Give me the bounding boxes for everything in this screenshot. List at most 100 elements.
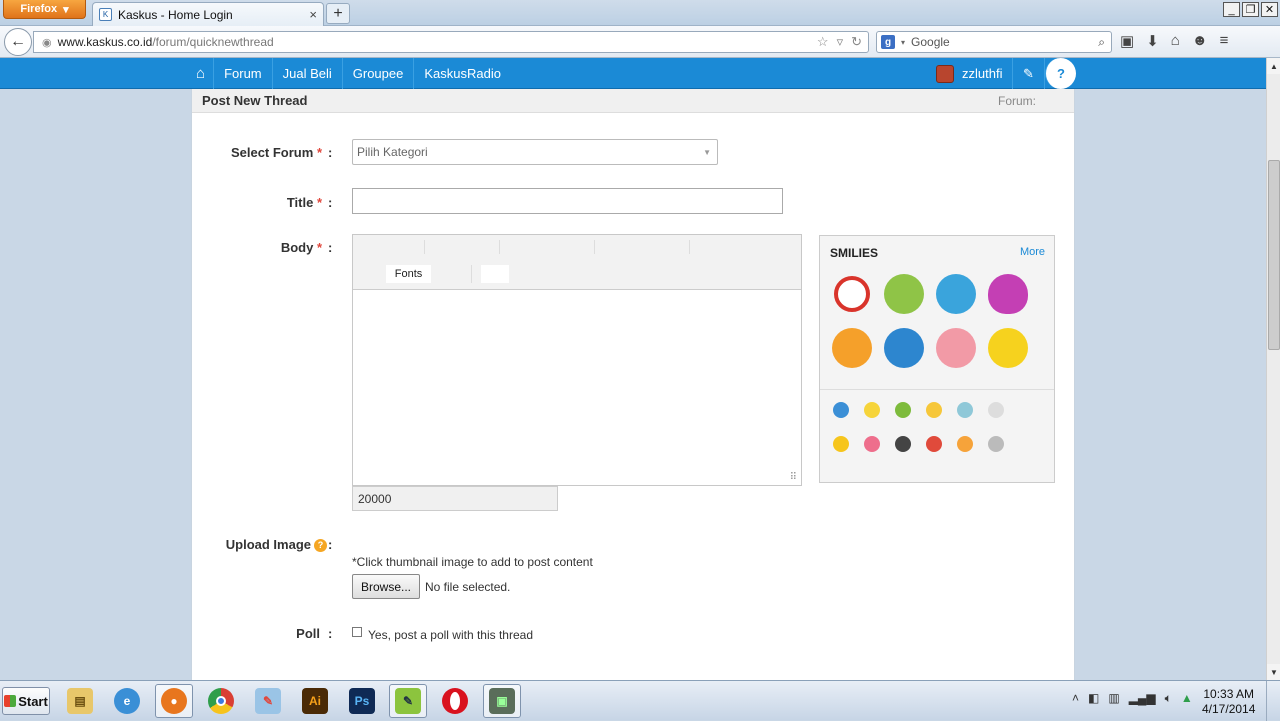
poll-label: Poll bbox=[296, 626, 320, 641]
smiley-small-icon[interactable] bbox=[957, 436, 973, 452]
chevron-down-icon[interactable]: ▾ bbox=[901, 38, 905, 47]
nav-forum[interactable]: Forum bbox=[213, 58, 272, 89]
usb-icon[interactable]: ▥ bbox=[1108, 691, 1119, 706]
nav-kaskusradio[interactable]: KaskusRadio bbox=[413, 58, 511, 89]
resize-grip-icon[interactable]: ⠿ bbox=[790, 472, 797, 483]
home-icon[interactable]: ⌂ bbox=[192, 58, 213, 89]
shield-icon[interactable]: ◧ bbox=[1088, 691, 1099, 706]
drive-icon[interactable]: ▲ bbox=[1181, 691, 1193, 706]
vertical-scrollbar[interactable]: ▲ ▼ bbox=[1266, 58, 1280, 680]
chevron-down-icon: ▾ bbox=[63, 3, 69, 16]
smiley-small-icon[interactable] bbox=[833, 402, 849, 418]
photoshop-icon[interactable]: Ps bbox=[343, 684, 381, 718]
smiley-purple-icon[interactable] bbox=[988, 274, 1028, 314]
browse-button[interactable]: Browse... bbox=[352, 574, 420, 599]
forum-indicator: Forum: bbox=[997, 93, 1036, 108]
char-counter: 20000 bbox=[352, 486, 558, 511]
poll-checkbox[interactable] bbox=[352, 627, 362, 637]
new-tab-button[interactable]: + bbox=[326, 3, 350, 24]
ie-icon[interactable]: e bbox=[108, 684, 146, 718]
nav-jual-beli[interactable]: Jual Beli bbox=[271, 58, 342, 89]
chevron-up-icon[interactable]: ˄ bbox=[1072, 691, 1079, 706]
smiley-small-icon[interactable] bbox=[864, 436, 880, 452]
scroll-up-icon[interactable]: ▲ bbox=[1267, 58, 1280, 74]
explorer-icon[interactable]: ▤ bbox=[61, 684, 99, 718]
smiley-small-icon[interactable] bbox=[988, 402, 1004, 418]
clock[interactable]: 10:33 AM 4/17/2014 bbox=[1202, 687, 1255, 717]
tab-title: Kaskus - Home Login bbox=[118, 7, 233, 22]
smiley-small-icon[interactable] bbox=[988, 436, 1004, 452]
smiley-small-icon[interactable] bbox=[926, 436, 942, 452]
network-icon[interactable]: ▂▄▆ bbox=[1129, 691, 1156, 706]
chrome-icon[interactable] bbox=[202, 684, 240, 718]
smiley-small-icon[interactable] bbox=[957, 402, 973, 418]
show-desktop-button[interactable] bbox=[1266, 681, 1280, 721]
dropdown-icon[interactable]: ▿ bbox=[837, 34, 844, 50]
url-path: /forum/quicknewthread bbox=[152, 35, 274, 49]
font-size-dropdown[interactable] bbox=[481, 265, 509, 283]
chevron-down-icon: ▼ bbox=[703, 147, 711, 157]
nav-groupee[interactable]: Groupee bbox=[341, 58, 414, 89]
minimize-button[interactable]: _ bbox=[1223, 2, 1240, 17]
notepad-icon[interactable]: ✎ bbox=[389, 684, 427, 718]
monitor-icon[interactable]: ▣ bbox=[483, 684, 521, 718]
smiley-no-sara-icon[interactable] bbox=[834, 276, 870, 312]
illustrator-icon[interactable]: Ai bbox=[296, 684, 334, 718]
smiley-green-icon[interactable] bbox=[884, 274, 924, 314]
search-input[interactable]: Google bbox=[911, 35, 950, 49]
windows-taskbar: Start ▤ e ● ✎ Ai Ps ✎ ▣ ˄ ◧ ▥ ▂▄▆ 🔈︎ ▲ 1… bbox=[0, 680, 1280, 721]
addon-icon[interactable]: ☻ bbox=[1192, 32, 1208, 50]
google-icon[interactable]: g bbox=[881, 35, 895, 49]
no-file-text: No file selected. bbox=[425, 580, 511, 594]
kaskus-favicon-icon: K bbox=[99, 8, 112, 21]
help-button[interactable]: ? bbox=[1044, 58, 1076, 89]
smiley-pink-icon[interactable] bbox=[936, 328, 976, 368]
select-forum-dropdown[interactable]: Pilih Kategori ▼ bbox=[352, 139, 718, 165]
poll-checkbox-label[interactable]: Yes, post a poll with this thread bbox=[368, 628, 533, 642]
bookmark-star-icon[interactable]: ☆ bbox=[817, 34, 829, 50]
bookmarks-icon[interactable]: ▣ bbox=[1120, 32, 1134, 50]
smiley-small-icon[interactable] bbox=[864, 402, 880, 418]
close-window-button[interactable]: ✕ bbox=[1261, 2, 1278, 17]
url-bar[interactable]: ◉ www.kaskus.co.id/forum/quicknewthread … bbox=[33, 31, 869, 53]
browser-tab[interactable]: K Kaskus - Home Login × bbox=[92, 2, 324, 26]
user-menu[interactable]: zzluthfi bbox=[936, 58, 1002, 89]
browser-titlebar: Firefox ▾ K Kaskus - Home Login × + _ ❐ ✕ bbox=[0, 0, 1280, 26]
restore-button[interactable]: ❐ bbox=[1242, 2, 1259, 17]
title-input[interactable] bbox=[352, 188, 783, 214]
smiley-orange-grin-icon[interactable] bbox=[832, 328, 872, 368]
firefox-icon[interactable]: ● bbox=[155, 684, 193, 718]
volume-icon[interactable]: 🔈︎ bbox=[1165, 691, 1172, 706]
start-button[interactable]: Start bbox=[2, 687, 50, 715]
smiley-small-icon[interactable] bbox=[895, 436, 911, 452]
opera-icon[interactable] bbox=[436, 684, 474, 718]
page-info-icon[interactable]: ◉ bbox=[42, 36, 52, 49]
search-icon[interactable]: ⌕ bbox=[1098, 35, 1105, 50]
scroll-thumb[interactable] bbox=[1268, 160, 1280, 350]
smilies-more-link[interactable]: More bbox=[1020, 246, 1045, 258]
smilies-title: SMILIES bbox=[830, 246, 879, 260]
smiley-small-icon[interactable] bbox=[895, 402, 911, 418]
menu-icon[interactable]: ≡ bbox=[1220, 32, 1229, 50]
smiley-small-icon[interactable] bbox=[926, 402, 942, 418]
smiley-small-icon[interactable] bbox=[833, 436, 849, 452]
pencil-icon[interactable]: ✎ bbox=[1012, 58, 1044, 89]
scroll-down-icon[interactable]: ▼ bbox=[1267, 664, 1280, 680]
help-icon[interactable]: ? bbox=[314, 538, 327, 552]
body-textarea[interactable] bbox=[353, 291, 801, 485]
smiley-yellow-think-icon[interactable] bbox=[988, 328, 1028, 368]
url-domain: www.kaskus.co.id bbox=[57, 35, 153, 49]
paint-icon[interactable]: ✎ bbox=[249, 684, 287, 718]
search-bar[interactable]: g ▾ Google ⌕ bbox=[876, 31, 1112, 53]
close-tab-icon[interactable]: × bbox=[309, 7, 317, 22]
smiley-blue-cry-icon[interactable] bbox=[884, 328, 924, 368]
back-button[interactable]: ← bbox=[4, 28, 32, 56]
fonts-dropdown[interactable]: Fonts bbox=[386, 265, 431, 283]
windows-logo-icon bbox=[4, 695, 17, 707]
download-icon[interactable]: ⬇ bbox=[1146, 32, 1159, 50]
home-icon[interactable]: ⌂ bbox=[1171, 32, 1180, 50]
smiley-blue-icon[interactable] bbox=[936, 274, 976, 314]
body-editor[interactable]: Fonts ⠿ bbox=[352, 234, 802, 486]
firefox-menu-button[interactable]: Firefox ▾ bbox=[3, 0, 86, 19]
reload-icon[interactable]: ↻ bbox=[851, 34, 862, 50]
